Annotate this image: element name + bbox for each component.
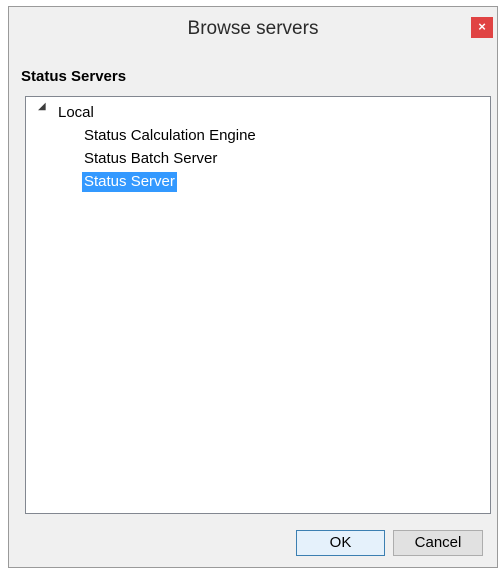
tree-node-status-calculation-engine[interactable]: Status Calculation Engine — [84, 126, 256, 146]
section-label: Status Servers — [21, 68, 127, 85]
close-button[interactable]: × — [471, 17, 493, 38]
server-tree[interactable]: ◢ Local Status Calculation Engine Status… — [25, 96, 491, 514]
tree-node-status-batch-server[interactable]: Status Batch Server — [84, 149, 217, 169]
ok-button[interactable]: OK — [296, 530, 385, 556]
close-icon: × — [478, 19, 486, 34]
dialog-title: Browse servers — [187, 18, 319, 39]
cancel-button[interactable]: Cancel — [393, 530, 483, 556]
tree-node-status-server[interactable]: Status Server — [82, 172, 177, 192]
title-bar[interactable]: Browse servers × — [9, 7, 497, 51]
tree-node-local[interactable]: Local — [58, 103, 94, 123]
triangle-expanded-icon[interactable]: ◢ — [38, 101, 48, 113]
browse-servers-dialog: Browse servers × Status Servers ◢ Local … — [8, 6, 498, 568]
